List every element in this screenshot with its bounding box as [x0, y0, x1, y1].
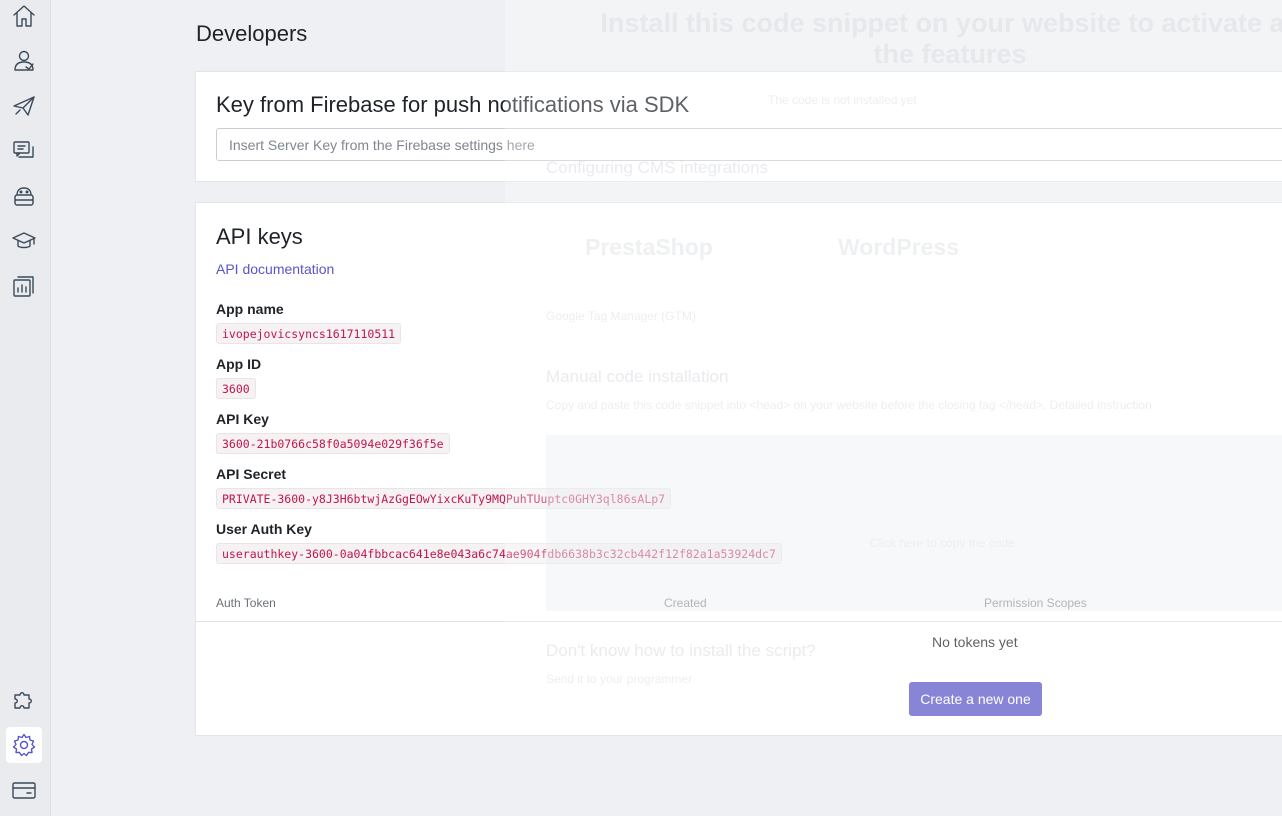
- nav-bots[interactable]: [6, 178, 42, 214]
- ghost-install-heading: Install this code snippet on your websit…: [600, 8, 1282, 69]
- app-name-label: App name: [216, 301, 284, 317]
- app-name-value: ivopejovicsyncs1617110511: [216, 323, 402, 344]
- nav-reports[interactable]: [6, 268, 42, 304]
- graduation-cap-icon: [12, 232, 36, 249]
- ghost-code-box: [546, 435, 1282, 611]
- firebase-card: Key from Firebase for push notifications…: [195, 71, 1282, 182]
- api-keys-title: API keys: [216, 224, 303, 249]
- empty-tokens-text: No tokens yet: [932, 634, 1018, 650]
- home-icon: [13, 5, 35, 27]
- nav-chats[interactable]: [6, 133, 42, 169]
- nav-academy[interactable]: [6, 223, 42, 259]
- firebase-server-key-input[interactable]: [216, 128, 1282, 161]
- reports-icon: [13, 276, 34, 297]
- app-id-label: App ID: [216, 356, 262, 372]
- nav-billing[interactable]: [6, 772, 42, 808]
- api-key-value: 3600-21b0766c58f0a5094e029f36f5e: [216, 433, 450, 454]
- users-icon: [14, 50, 34, 71]
- nav-users[interactable]: [6, 43, 42, 79]
- bot-icon: [14, 187, 34, 206]
- page-title: Developers: [196, 21, 308, 46]
- api-documentation-link[interactable]: API documentation: [216, 261, 334, 277]
- create-token-button[interactable]: Create a new one: [909, 682, 1042, 716]
- nav-settings[interactable]: [6, 727, 42, 763]
- puzzle-icon: [14, 692, 32, 709]
- api-secret-label: API Secret: [216, 466, 287, 482]
- nav-integrations[interactable]: [6, 682, 42, 718]
- nav-home[interactable]: [6, 0, 42, 34]
- firebase-title: Key from Firebase for push notifications…: [216, 92, 690, 117]
- api-key-label: API Key: [216, 411, 269, 427]
- paper-plane-icon: [13, 96, 35, 116]
- nav-campaigns[interactable]: [6, 88, 42, 124]
- card-icon: [12, 782, 36, 799]
- gear-icon: [12, 733, 36, 757]
- table-divider: [196, 621, 1282, 622]
- table-header-auth-token: Auth Token: [216, 596, 276, 610]
- app-id-value: 3600: [216, 378, 256, 399]
- user-auth-key-label: User Auth Key: [216, 521, 312, 537]
- sidebar: [0, 0, 51, 816]
- chat-icon: [13, 141, 34, 158]
